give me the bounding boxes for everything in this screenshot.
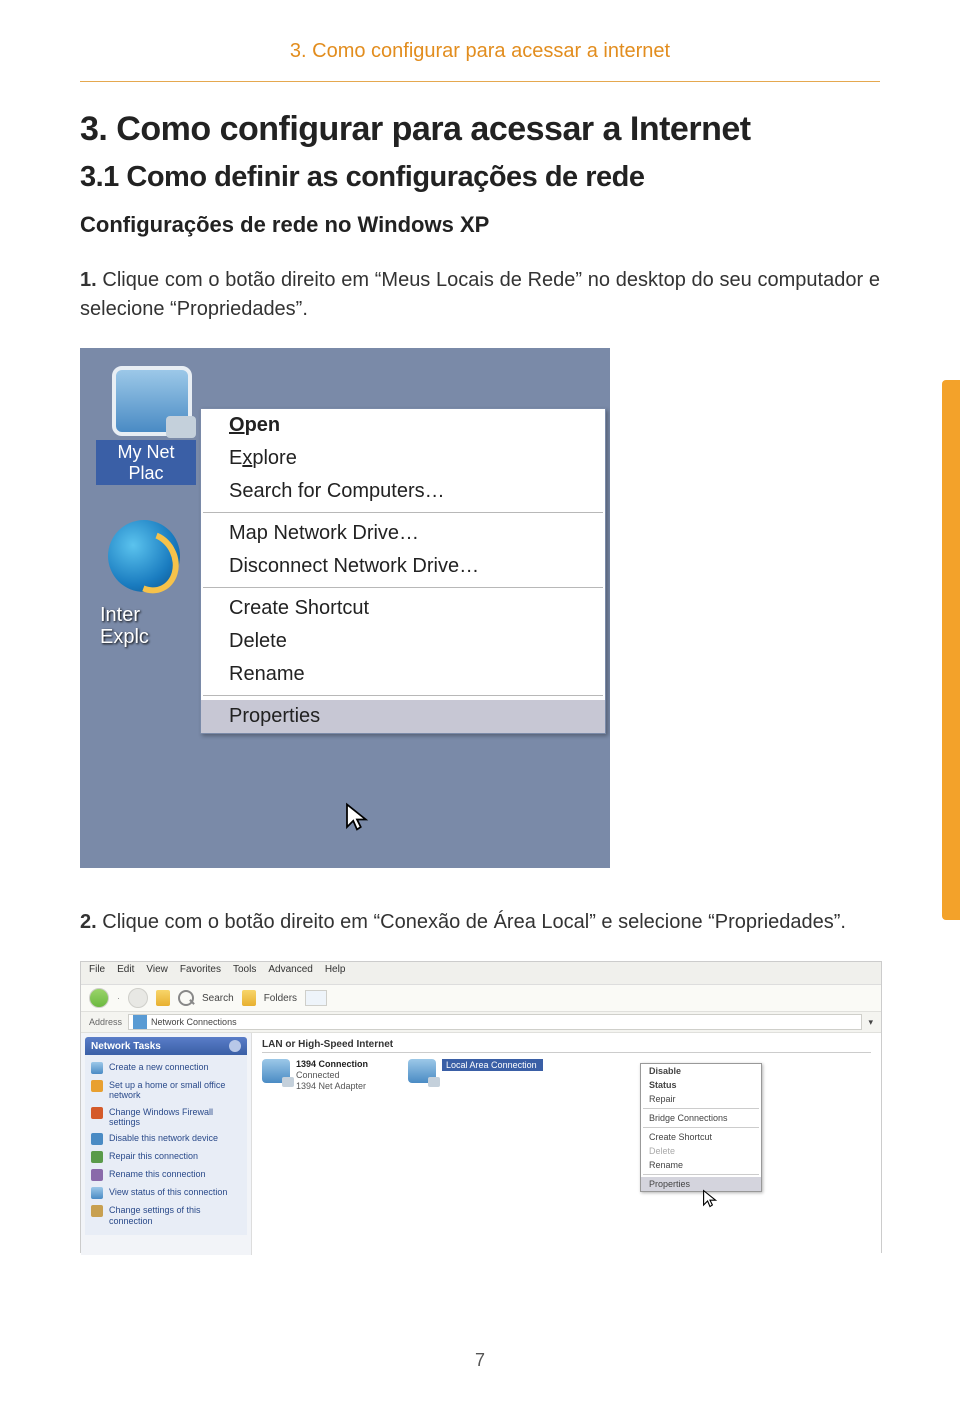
step-2: 2. Clique com o botão direito em “Conexã… (80, 908, 880, 937)
ctx2-status[interactable]: Status (641, 1078, 761, 1092)
menu-map-network-drive[interactable]: Map Network Drive… (201, 517, 605, 550)
menu-tools[interactable]: Tools (233, 964, 256, 982)
address-bar: Address Network Connections ▾ (81, 1012, 881, 1033)
conn2-name: Local Area Connection (442, 1059, 543, 1071)
status-icon (91, 1187, 103, 1199)
address-value: Network Connections (151, 1017, 237, 1027)
ctx2-bridge[interactable]: Bridge Connections (641, 1111, 761, 1125)
menu-edit[interactable]: Edit (117, 964, 134, 982)
screenshot-desktop-context-menu: My NetPlac InterExplc Open Explore Searc… (80, 348, 610, 868)
connection-1394[interactable]: 1394 Connection Connected 1394 Net Adapt… (262, 1059, 368, 1091)
screenshot-network-connections-window: File Edit View Favorites Tools Advanced … (80, 961, 882, 1253)
menu-open[interactable]: Open (201, 409, 605, 442)
context-menu: Open Explore Search for Computers… Map N… (200, 408, 606, 734)
up-folder-icon[interactable] (156, 990, 170, 1006)
section-header: LAN or High-Speed Internet (262, 1039, 871, 1053)
internet-explorer-label: InterExplc (100, 604, 190, 648)
ctx2-rename[interactable]: Rename (641, 1158, 761, 1172)
menu-separator (203, 512, 603, 513)
ctx2-repair[interactable]: Repair (641, 1092, 761, 1106)
collapse-icon[interactable] (229, 1040, 241, 1052)
menu-separator (203, 695, 603, 696)
running-head: 3. Como configurar para acessar a intern… (80, 40, 880, 82)
menu-favorites[interactable]: Favorites (180, 964, 221, 982)
firewall-icon (91, 1107, 103, 1119)
address-label: Address (89, 1017, 122, 1027)
menu-search-computers[interactable]: Search for Computers… (201, 475, 605, 508)
ctx2-separator (643, 1127, 759, 1128)
my-network-places-label: My NetPlac (96, 440, 196, 485)
task-disable-device[interactable]: Disable this network device (89, 1130, 243, 1148)
heading-3: Configurações de rede no Windows XP (80, 212, 880, 238)
ctx2-properties[interactable]: Properties (641, 1177, 761, 1191)
conn1-name: 1394 Connection (296, 1059, 368, 1069)
menu-rename[interactable]: Rename (201, 658, 605, 691)
internet-explorer-icon[interactable] (108, 520, 180, 592)
search-icon[interactable] (178, 990, 194, 1006)
menu-properties[interactable]: Properties (201, 700, 605, 733)
back-button[interactable] (89, 988, 109, 1008)
views-button[interactable] (305, 990, 327, 1006)
ctx2-shortcut[interactable]: Create Shortcut (641, 1130, 761, 1144)
home-network-icon (91, 1080, 103, 1092)
task-view-status[interactable]: View status of this connection (89, 1184, 243, 1202)
tasks-header[interactable]: Network Tasks (85, 1037, 247, 1055)
folders-label: Folders (264, 993, 297, 1004)
forward-button[interactable] (128, 988, 148, 1008)
ctx2-delete: Delete (641, 1144, 761, 1158)
menu-explore[interactable]: Explore (201, 442, 605, 475)
context-menu-2: Disable Status Repair Bridge Connections… (640, 1063, 762, 1192)
repair-icon (91, 1151, 103, 1163)
menu-file[interactable]: File (89, 964, 105, 982)
search-label: Search (202, 993, 234, 1004)
back-label: · (117, 993, 120, 1003)
conn1-adapter: 1394 Net Adapter (296, 1081, 366, 1091)
step-1: 1. Clique com o botão direito em “Meus L… (80, 266, 880, 324)
task-rename[interactable]: Rename this connection (89, 1166, 243, 1184)
menu-help[interactable]: Help (325, 964, 346, 982)
connections-pane: LAN or High-Speed Internet 1394 Connecti… (252, 1033, 881, 1255)
side-tab (942, 380, 960, 920)
my-network-places-icon[interactable] (112, 366, 192, 436)
address-field[interactable]: Network Connections (128, 1014, 862, 1030)
go-dropdown[interactable]: ▾ (868, 1017, 873, 1028)
task-setup-network[interactable]: Set up a home or small office network (89, 1077, 243, 1104)
step-1-number: 1. (80, 269, 97, 291)
heading-2: 3.1 Como definir as configurações de red… (80, 161, 880, 194)
ctx2-separator (643, 1174, 759, 1175)
settings-icon (91, 1205, 103, 1217)
connection-icon (408, 1059, 436, 1083)
step-2-number: 2. (80, 911, 97, 933)
folders-icon[interactable] (242, 990, 256, 1006)
menu-disconnect-network-drive[interactable]: Disconnect Network Drive… (201, 550, 605, 583)
menu-delete[interactable]: Delete (201, 625, 605, 658)
conn1-status: Connected (296, 1070, 340, 1080)
connection-local-area[interactable]: Local Area Connection (408, 1059, 543, 1083)
rename-icon (91, 1169, 103, 1181)
disable-icon (91, 1133, 103, 1145)
connection-icon (262, 1059, 290, 1083)
menu-advanced[interactable]: Advanced (268, 964, 312, 982)
new-connection-icon (91, 1062, 103, 1074)
task-change-settings[interactable]: Change settings of this connection (89, 1202, 243, 1229)
menu-view[interactable]: View (146, 964, 168, 982)
task-create-connection[interactable]: Create a new connection (89, 1059, 243, 1077)
step-2-text: Clique com o botão direito em “Conexão d… (97, 911, 846, 933)
cursor-icon (702, 1189, 718, 1207)
menu-create-shortcut[interactable]: Create Shortcut (201, 592, 605, 625)
page-number: 7 (0, 1350, 960, 1371)
ctx2-separator (643, 1108, 759, 1109)
heading-1: 3. Como configurar para acessar a Intern… (80, 110, 880, 149)
task-repair[interactable]: Repair this connection (89, 1148, 243, 1166)
cursor-icon (344, 802, 370, 832)
ctx2-disable[interactable]: Disable (641, 1064, 761, 1078)
step-1-text: Clique com o botão direito em “Meus Loca… (80, 269, 880, 320)
address-icon (133, 1015, 147, 1029)
toolbar: · Search Folders (81, 985, 881, 1012)
task-firewall[interactable]: Change Windows Firewall settings (89, 1104, 243, 1131)
menu-bar: File Edit View Favorites Tools Advanced … (81, 962, 881, 985)
menu-separator (203, 587, 603, 588)
tasks-pane: Network Tasks Create a new connection Se… (81, 1033, 252, 1255)
